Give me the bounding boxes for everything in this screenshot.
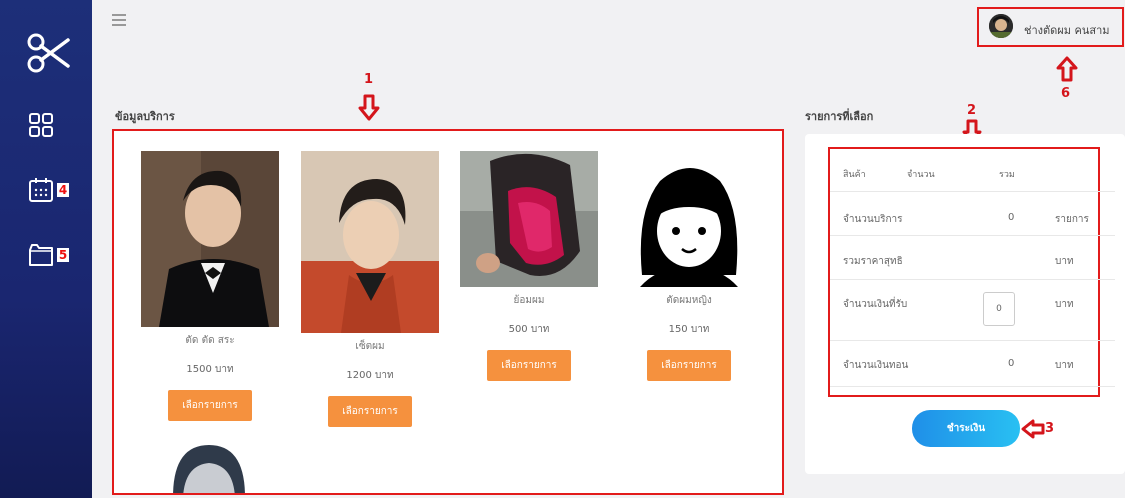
down-arrow-icon [358,94,380,121]
pay-button[interactable]: ชำระเงิน [912,410,1020,447]
annotation-5: 5 [57,248,69,262]
service-name: ตัดผมหญิง [666,295,712,306]
change-value: 0 [1008,358,1015,369]
service-price: 150 บาท [668,324,710,335]
service-name: ย้อมผม [513,295,545,306]
service-card: ย้อมผม 500 บาท เลือกรายการ [460,151,598,381]
received-label: จำนวนเงินที่รับ [843,299,908,310]
header-product: สินค้า [843,170,866,180]
topbar: ช่างตัดผม คนสาม [92,0,1125,58]
sidebar: 4 5 [0,0,92,498]
divider [830,340,1115,341]
calendar-icon[interactable] [28,177,54,203]
service-card: เซ็ตผม 1200 บาท เลือกรายการ [301,151,439,427]
select-service-button[interactable]: เลือกรายการ [487,350,571,381]
change-label: จำนวนเงินทอน [843,360,909,371]
services-panel: ตัด ตัด สระ 1500 บาท เลือกรายการ เซ็ตผม … [112,129,784,495]
service-card: ตัดผมหญิง 150 บาท เลือกรายการ [620,151,758,381]
service-image [301,151,439,333]
service-image [620,151,758,287]
hamburger-icon[interactable] [112,14,126,26]
service-card: ตัด ตัด สระ 1500 บาท เลือกรายการ [141,151,279,421]
service-count-unit: รายการ [1055,214,1089,225]
service-price: 1200 บาท [346,370,394,381]
divider [830,191,1115,192]
service-name: ตัด ตัด สระ [185,335,235,346]
net-total-unit: บาท [1055,256,1074,267]
select-service-button[interactable]: เลือกรายการ [328,396,412,427]
annotation-1: 1 [364,72,374,87]
received-amount-input[interactable] [983,292,1015,326]
annotation-6: 6 [1061,86,1071,101]
summary-table: สินค้า จำนวน รวม จำนวนบริการ 0 รายการ รว… [828,147,1115,397]
user-menu[interactable]: ช่างตัดผม คนสาม [977,7,1124,47]
net-total-label: รวมราคาสุทธิ [843,256,903,267]
select-service-button[interactable]: เลือกรายการ [168,390,252,421]
service-image-partial [173,445,245,493]
service-image [141,151,279,327]
header-quantity: จำนวน [907,170,935,180]
left-arrow-icon [1021,419,1045,439]
select-service-button[interactable]: เลือกรายการ [647,350,731,381]
annotation-4: 4 [57,183,69,197]
grid-icon[interactable] [28,112,54,138]
service-image [460,151,598,287]
service-count-value: 0 [1008,212,1015,223]
annotation-3: 3 [1045,421,1055,436]
avatar [989,14,1013,38]
service-count-label: จำนวนบริการ [843,214,903,225]
received-unit: บาท [1055,299,1074,310]
up-arrow-icon [1056,56,1078,82]
service-price: 500 บาท [508,324,550,335]
service-price: 1500 บาท [186,364,234,375]
user-name: ช่างตัดผม คนสาม [1024,24,1110,37]
divider [830,279,1115,280]
folder-icon[interactable] [28,242,54,268]
divider [830,386,1115,387]
summary-title: รายการที่เลือก [805,110,874,123]
services-title: ข้อมูลบริการ [115,110,175,123]
divider [830,235,1115,236]
header-total: รวม [999,170,1015,180]
change-unit: บาท [1055,360,1074,371]
scissors-icon[interactable] [26,30,72,76]
service-name: เซ็ตผม [355,341,385,352]
annotation-2: 2 [967,103,977,118]
